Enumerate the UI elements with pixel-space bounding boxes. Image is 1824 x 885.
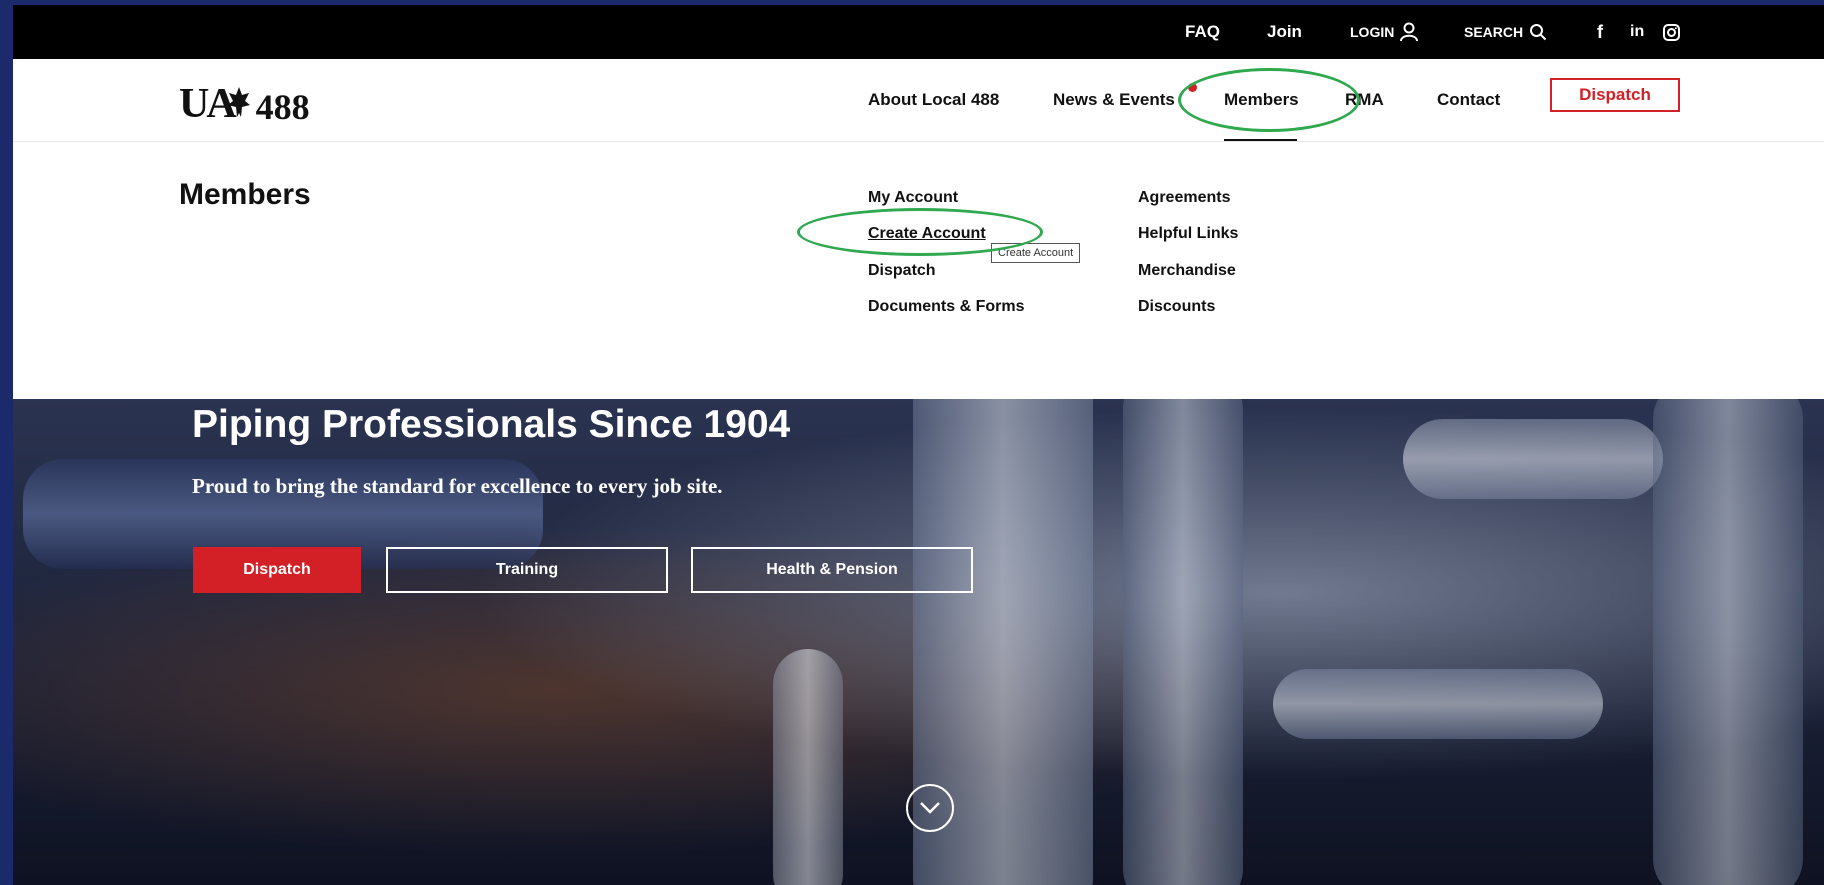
active-nav-underline: [1224, 139, 1297, 141]
nav-dispatch-button[interactable]: Dispatch: [1550, 78, 1680, 112]
hero-training-button[interactable]: Training: [386, 547, 668, 593]
hero-dispatch-button[interactable]: Dispatch: [193, 547, 361, 593]
menu-item-my-account[interactable]: My Account: [868, 189, 958, 207]
pipe-graphic: [1403, 419, 1663, 499]
dropdown-title: Members: [179, 178, 311, 211]
menu-item-dispatch[interactable]: Dispatch: [868, 262, 936, 280]
search-link[interactable]: SEARCH: [1464, 5, 1547, 59]
search-icon: [1530, 24, 1547, 41]
site-logo[interactable]: UA 488: [179, 73, 310, 125]
hero-subtitle: Proud to bring the standard for excellen…: [192, 474, 723, 498]
user-icon: [1400, 22, 1419, 42]
search-label: SEARCH: [1464, 24, 1524, 40]
pipe-graphic: [773, 649, 843, 885]
main-header: UA 488 About Local 488 News & Events Mem…: [13, 59, 1824, 142]
members-dropdown: Members My Account Create Account Dispat…: [13, 142, 1824, 399]
menu-item-helpful-links[interactable]: Helpful Links: [1138, 225, 1238, 243]
nav-news-events[interactable]: News & Events: [1053, 59, 1175, 141]
hero-health-pension-button[interactable]: Health & Pension: [691, 547, 973, 593]
scroll-down-button[interactable]: [906, 784, 954, 832]
annotation-circle-members: [1178, 68, 1360, 132]
menu-item-documents-forms[interactable]: Documents & Forms: [868, 298, 1024, 316]
instagram-icon[interactable]: [1663, 5, 1680, 59]
pipe-graphic: [1653, 399, 1803, 885]
menu-item-discounts[interactable]: Discounts: [1138, 298, 1215, 316]
menu-item-agreements[interactable]: Agreements: [1138, 189, 1230, 207]
hero-title: Piping Professionals Since 1904: [192, 403, 791, 446]
login-label: LOGIN: [1350, 24, 1395, 40]
menu-item-merchandise[interactable]: Merchandise: [1138, 262, 1236, 280]
nav-contact[interactable]: Contact: [1437, 59, 1500, 141]
linkedin-icon[interactable]: in: [1630, 5, 1644, 59]
logo-number: 488: [255, 87, 310, 127]
faq-link[interactable]: FAQ: [1185, 5, 1220, 59]
utility-bar: FAQ Join LOGIN SEARCH f in: [13, 5, 1824, 59]
hero-banner: Piping Professionals Since 1904 Proud to…: [13, 399, 1824, 885]
nav-about[interactable]: About Local 488: [868, 59, 999, 141]
facebook-icon[interactable]: f: [1597, 5, 1603, 59]
chevron-down-icon: [920, 802, 940, 814]
pipe-graphic: [1273, 669, 1603, 739]
join-link[interactable]: Join: [1267, 5, 1302, 59]
pipe-graphic: [1123, 399, 1243, 885]
annotation-circle-create-account: [797, 208, 1043, 256]
logo-mark: UA: [179, 81, 237, 127]
maple-leaf-icon: [227, 87, 250, 117]
browser-viewport: FAQ Join LOGIN SEARCH f in UA 488 About …: [13, 5, 1824, 885]
login-link[interactable]: LOGIN: [1350, 5, 1419, 59]
